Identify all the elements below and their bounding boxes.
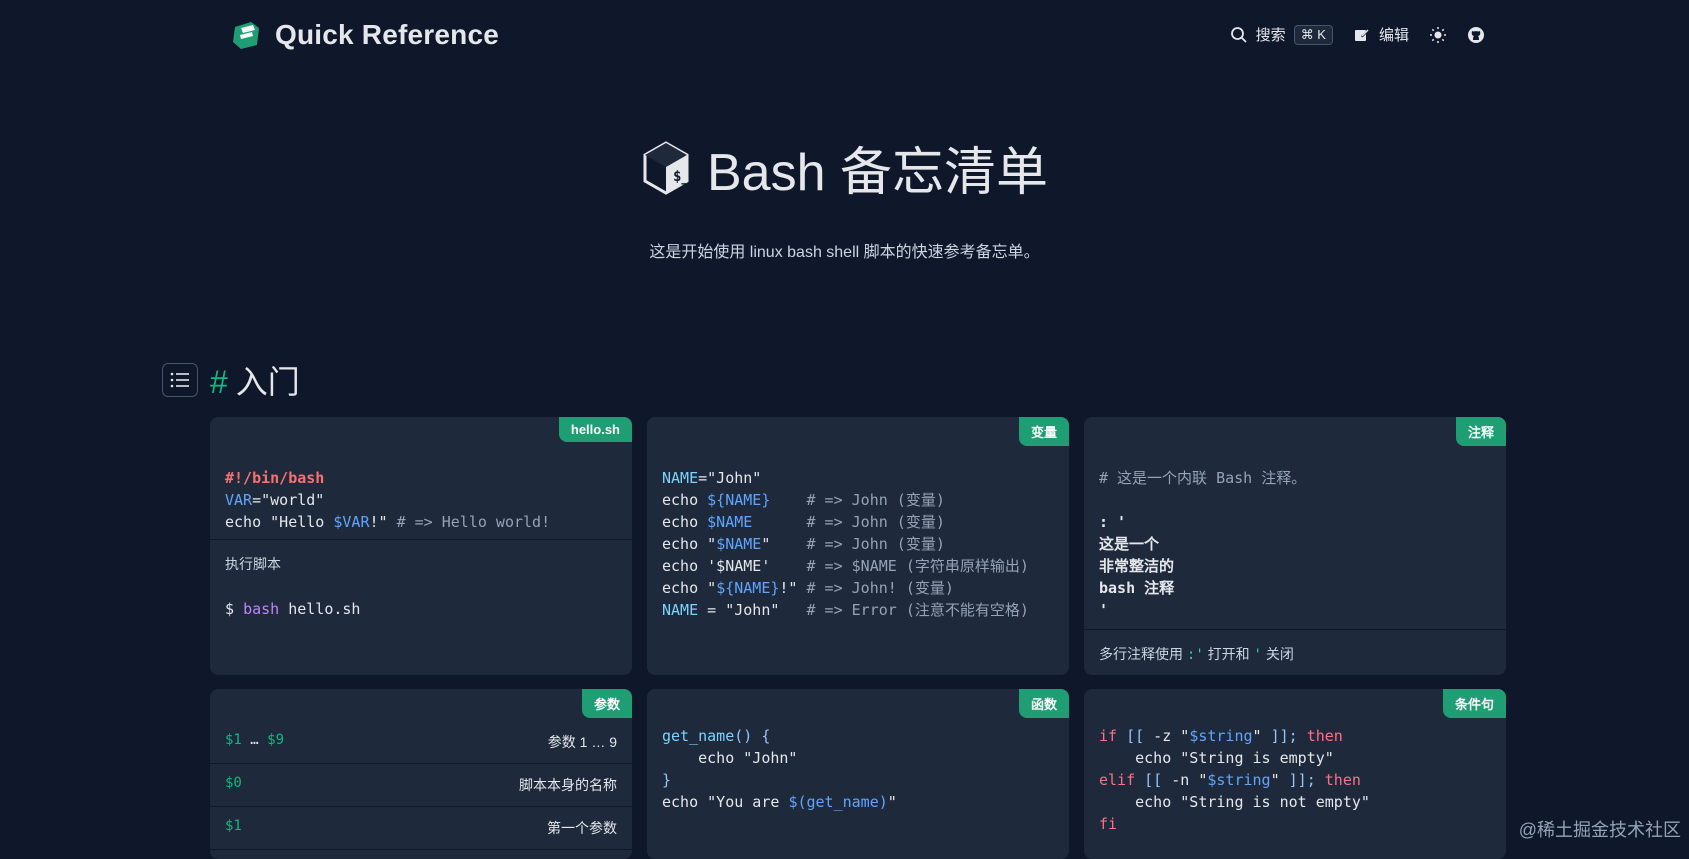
table-row: $1 第一个参数 [210, 807, 632, 850]
note-prefix: 多行注释使用 [1099, 646, 1183, 662]
section-title-text: 入门 [236, 364, 300, 400]
edit-link[interactable]: 编辑 [1353, 24, 1409, 45]
table-row: $1 … $9 参数 1 … 9 [210, 721, 632, 764]
search-shortcut-badge: ⌘ K [1294, 25, 1333, 45]
bash-icon: $_ [641, 141, 691, 195]
section-header: #入门 [162, 357, 300, 403]
page-title-text: Bash 备忘清单 [707, 130, 1048, 205]
top-navbar: Quick Reference 搜索 ⌘ K 编辑 [0, 0, 1689, 75]
code-block: # 这是一个内联 Bash 注释。 : ' 这是一个 非常整洁的 bash 注释… [1084, 417, 1506, 621]
note-suffix: 关闭 [1266, 646, 1294, 662]
table-row: $0 脚本本身的名称 [210, 764, 632, 807]
card-tag: 函数 [1019, 689, 1069, 718]
section-title: #入门 [210, 357, 300, 403]
page-description: 这是开始使用 linux bash shell 脚本的快速参考备忘单。 [0, 238, 1689, 262]
header-actions: 搜索 ⌘ K 编辑 [1230, 24, 1485, 45]
card-tag: 注释 [1456, 417, 1506, 446]
card-functions: 函数 get_name() { echo "John" } echo "You … [647, 689, 1069, 859]
param-value: 脚本本身的名称 [519, 775, 617, 795]
github-link[interactable] [1467, 26, 1485, 44]
search-button[interactable]: 搜索 ⌘ K [1230, 24, 1333, 45]
search-icon [1230, 26, 1248, 44]
brand-name: Quick Reference [275, 19, 499, 51]
table-of-contents-button[interactable] [162, 363, 198, 397]
card-tag: hello.sh [559, 417, 632, 442]
brand-logo-link[interactable]: Quick Reference [229, 18, 499, 52]
card-parameters: 参数 $1 … $9 参数 1 … 9 $0 脚本本身的名称 $1 第一个参数 [210, 689, 632, 859]
params-table: $1 … $9 参数 1 … 9 $0 脚本本身的名称 $1 第一个参数 [210, 721, 632, 850]
param-key: $0 [225, 775, 242, 795]
code-block: NAME="John" echo ${NAME} # => John (变量) … [647, 417, 1069, 621]
note-mid: 打开和 [1208, 646, 1250, 662]
card-hello-sh: hello.sh #!/bin/bash VAR="world" echo "H… [210, 417, 632, 675]
quickref-logo-icon [229, 18, 263, 52]
card-tag: 条件句 [1443, 689, 1506, 718]
param-value: 参数 1 … 9 [548, 732, 617, 752]
edit-icon [1353, 26, 1371, 44]
card-note: 执行脚本 $ bash hello.sh [210, 539, 632, 675]
card-tag: 变量 [1019, 417, 1069, 446]
param-key: $1 [225, 818, 242, 838]
watermark: @稀土掘金技术社区 [1519, 816, 1681, 842]
code-line: $ bash hello.sh [225, 600, 617, 618]
sun-icon [1429, 26, 1447, 44]
edit-label: 编辑 [1379, 24, 1409, 45]
svg-text:$_: $_ [673, 169, 690, 185]
hero: $_ Bash 备忘清单 [0, 130, 1689, 205]
card-note: 多行注释使用 :' 打开和 ' 关闭 [1084, 629, 1506, 675]
section-anchor[interactable]: # [210, 364, 228, 400]
note-close-code: ' [1254, 647, 1262, 663]
search-label: 搜索 [1256, 24, 1286, 45]
code-block: get_name() { echo "John" } echo "You are… [647, 689, 1069, 813]
note-label: 执行脚本 [225, 554, 617, 574]
note-open-code: :' [1187, 647, 1204, 663]
card-comments: 注释 # 这是一个内联 Bash 注释。 : ' 这是一个 非常整洁的 bash… [1084, 417, 1506, 675]
theme-toggle-button[interactable] [1429, 26, 1447, 44]
card-tag: 参数 [582, 689, 632, 718]
github-icon [1467, 26, 1485, 44]
param-key: $1 … $9 [225, 732, 284, 752]
list-icon [170, 372, 190, 388]
card-variables: 变量 NAME="John" echo ${NAME} # => John (变… [647, 417, 1069, 675]
page-title: $_ Bash 备忘清单 [641, 130, 1048, 205]
card-conditionals: 条件句 if [[ -z "$string" ]]; then echo "St… [1084, 689, 1506, 859]
param-value: 第一个参数 [547, 818, 617, 838]
